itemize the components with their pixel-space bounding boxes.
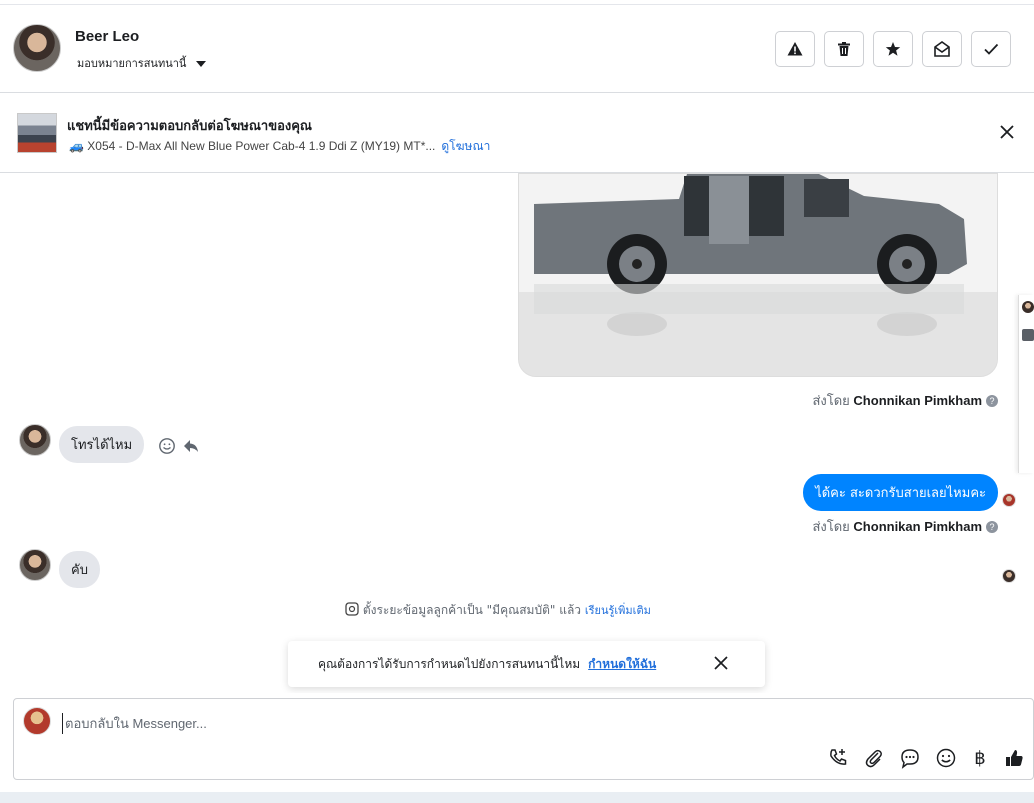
view-ad-link[interactable]: ดูโฆษณา (441, 139, 490, 153)
sent-by-prefix: ส่งโดย (812, 393, 850, 408)
trash-icon (838, 42, 850, 56)
ad-banner-subtitle: 🚙 X054 - D-Max All New Blue Power Cab-4 … (69, 137, 490, 156)
ad-reply-banner: แชทนี้มีข้อความตอบกลับต่อโฆษณาของคุณ 🚙 X… (0, 93, 1034, 173)
message-thread: ส่งโดย Chonnikan Pimkham? โทรได้ไหม ได้ค… (0, 173, 1034, 693)
header-actions (775, 31, 1011, 67)
close-icon[interactable] (998, 123, 1016, 141)
star-icon (885, 42, 901, 56)
message-actions (158, 437, 200, 455)
emoji-icon[interactable] (935, 747, 957, 769)
reply-input[interactable]: ตอบกลับใน Messenger... (62, 713, 207, 734)
composer-tools: ฿ (827, 747, 1025, 769)
avatar[interactable] (1022, 301, 1034, 313)
report-button[interactable] (775, 31, 815, 67)
close-icon[interactable] (713, 655, 729, 671)
label-icon (345, 602, 359, 616)
reply-icon[interactable] (182, 437, 200, 455)
mark-done-button[interactable] (971, 31, 1011, 67)
message-composer: ตอบกลับใน Messenger... ฿ (13, 698, 1034, 780)
check-icon (984, 43, 999, 55)
assign-prompt: คุณต้องการได้รับการกำหนดไปยังการสนทนานี้… (288, 641, 765, 687)
thumbs-up-icon[interactable] (1003, 747, 1025, 769)
help-icon[interactable]: ? (986, 521, 998, 533)
system-message: ตั้งระยะข้อมูลลูกค้าเป็น "มีคุณสมบัติ" แ… (345, 601, 651, 620)
agent-name[interactable]: Chonnikan Pimkham (853, 519, 982, 534)
mark-unread-icon (934, 41, 950, 57)
ad-banner-title: แชทนี้มีข้อความตอบกลับต่อโฆษณาของคุณ (67, 119, 312, 134)
ad-thumbnail-mini[interactable] (1022, 329, 1034, 341)
ad-name: 🚙 X054 - D-Max All New Blue Power Cab-4 … (69, 139, 436, 153)
baht-icon[interactable]: ฿ (971, 748, 989, 769)
system-message-text: ตั้งระยะข้อมูลลูกค้าเป็น "มีคุณสมบัติ" แ… (362, 603, 582, 617)
help-icon[interactable]: ? (986, 395, 998, 407)
emoji-react-icon[interactable] (158, 437, 176, 455)
contact-name[interactable]: Beer Leo (75, 28, 139, 45)
outgoing-message[interactable]: ได้คะ สะดวกรับสายเลยไหมคะ (803, 474, 998, 511)
car-photo-attachment[interactable] (518, 173, 998, 377)
conversation-view: Beer Leo มอบหมายการสนทนานี้ แชทนี้มีข้อค… (0, 0, 1034, 803)
read-receipt-avatar (1002, 569, 1016, 583)
sent-by-label: ส่งโดย Chonnikan Pimkham? (812, 516, 998, 537)
assign-dropdown[interactable]: มอบหมายการสนทนานี้ (77, 54, 206, 72)
paperclip-icon[interactable] (863, 747, 885, 769)
assign-label: มอบหมายการสนทนานี้ (77, 57, 187, 70)
assign-to-me-link[interactable]: กำหนดให้ฉัน (588, 655, 656, 674)
sent-by-prefix: ส่งโดย (812, 519, 850, 534)
ad-thumbnail[interactable] (17, 113, 57, 153)
contact-avatar-small[interactable] (19, 549, 51, 581)
incoming-message[interactable]: โทรได้ไหม (59, 426, 145, 463)
contact-avatar-small[interactable] (19, 424, 51, 456)
star-button[interactable] (873, 31, 913, 67)
conversation-header: Beer Leo มอบหมายการสนทนานี้ (0, 4, 1034, 93)
side-panel-edge[interactable] (1018, 295, 1034, 473)
agent-name[interactable]: Chonnikan Pimkham (853, 393, 982, 408)
page-avatar (23, 707, 51, 735)
seen-avatar (1002, 493, 1016, 507)
warning-icon (787, 42, 803, 56)
assign-prompt-text: คุณต้องการได้รับการกำหนดไปยังการสนทนานี้… (318, 656, 581, 671)
learn-more-link[interactable]: เรียนรู้เพิ่มเติม (585, 604, 651, 617)
caret-down-icon (195, 61, 206, 67)
sent-by-label: ส่งโดย Chonnikan Pimkham? (812, 390, 998, 411)
phone-add-icon[interactable] (827, 747, 849, 769)
incoming-message[interactable]: คับ (59, 551, 100, 588)
mark-unread-button[interactable] (922, 31, 962, 67)
chat-bubble-icon[interactable] (899, 747, 921, 769)
pickup-truck-image (519, 174, 997, 376)
bottom-strip (0, 792, 1034, 803)
contact-avatar[interactable] (13, 24, 61, 72)
delete-button[interactable] (824, 31, 864, 67)
